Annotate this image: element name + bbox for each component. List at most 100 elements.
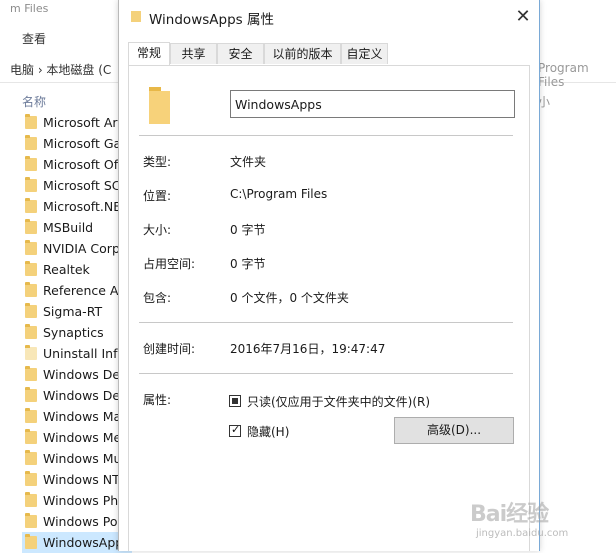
properties-dialog: WindowsApps 属性 ✕ 常规 共享 安全 以前的版本 自定义 类型: … xyxy=(118,0,540,551)
ribbon-tab-view[interactable]: 查看 xyxy=(22,30,46,47)
divider xyxy=(139,373,513,374)
disk-size-label: 占用空间: xyxy=(143,257,196,271)
folder-icon xyxy=(25,282,37,297)
dialog-titlebar[interactable]: WindowsApps 属性 ✕ xyxy=(119,0,539,34)
list-item[interactable]: Microsoft Of xyxy=(22,154,132,175)
hidden-checkbox-label[interactable]: 隐藏(H) xyxy=(247,423,289,440)
folder-icon xyxy=(25,198,37,213)
folder-icon xyxy=(25,387,37,402)
tab-previous-versions[interactable]: 以前的版本 xyxy=(264,43,341,64)
list-item[interactable]: Windows Ma xyxy=(22,406,132,427)
list-item[interactable]: Realtek xyxy=(22,259,132,280)
folder-icon xyxy=(25,492,37,507)
size-label: 大小: xyxy=(143,223,172,237)
folder-icon xyxy=(25,513,37,528)
list-item-selected[interactable]: WindowsApp xyxy=(22,532,132,553)
close-icon[interactable]: ✕ xyxy=(511,6,535,28)
file-list: Microsoft Ar Microsoft Ga Microsoft Of M… xyxy=(22,112,132,553)
folder-large-icon xyxy=(149,87,170,124)
folder-icon xyxy=(25,219,37,234)
dialog-title: WindowsApps 属性 xyxy=(149,12,274,28)
column-header-name[interactable]: 名称 xyxy=(22,93,46,110)
list-item-label: Windows Mu xyxy=(43,451,122,466)
breadcrumb[interactable]: 电脑 › 本地磁盘 (C xyxy=(10,61,111,78)
folder-icon xyxy=(25,471,37,486)
address-bar-current-folder[interactable]: Program Files xyxy=(538,61,616,89)
list-item[interactable]: Microsoft.NE xyxy=(22,196,132,217)
list-item[interactable]: Windows Def xyxy=(22,364,132,385)
list-item-label: Windows Ma xyxy=(43,409,122,424)
list-item[interactable]: Reference As xyxy=(22,280,132,301)
list-item[interactable]: Windows Pho xyxy=(22,490,132,511)
advanced-button[interactable]: 高级(D)... xyxy=(394,417,514,444)
divider xyxy=(139,135,513,136)
list-item[interactable]: Windows Mu xyxy=(22,448,132,469)
hidden-checkbox[interactable]: ✓ xyxy=(229,423,241,437)
folder-name-field[interactable] xyxy=(230,90,515,118)
watermark-url: jingyan.baidu.com xyxy=(476,528,569,539)
list-item-label: Reference As xyxy=(43,283,125,298)
tab-customize[interactable]: 自定义 xyxy=(341,43,388,64)
list-item[interactable]: Windows Me xyxy=(22,427,132,448)
list-item-label: Windows Me xyxy=(43,430,122,445)
location-value: C:\Program Files xyxy=(230,187,328,201)
list-item-label: Synaptics xyxy=(43,325,104,340)
list-item[interactable]: Microsoft Ga xyxy=(22,133,132,154)
explorer-title: m Files xyxy=(10,2,49,15)
list-item-label: Microsoft Ga xyxy=(43,136,122,151)
list-item[interactable]: Microsoft Ar xyxy=(22,112,132,133)
folder-icon xyxy=(25,534,37,549)
list-item-label: Windows Por xyxy=(43,514,123,529)
folder-icon xyxy=(25,303,37,318)
list-item-label: Realtek xyxy=(43,262,90,277)
list-item-label: Windows Def xyxy=(43,367,125,382)
list-item[interactable]: Windows Por xyxy=(22,511,132,532)
folder-icon xyxy=(25,261,37,276)
list-item[interactable]: Windows NT xyxy=(22,469,132,490)
tab-security[interactable]: 安全 xyxy=(217,43,264,64)
disk-size-value: 0 字节 xyxy=(230,257,266,271)
readonly-checkbox[interactable] xyxy=(229,395,241,407)
list-item[interactable]: Synaptics xyxy=(22,322,132,343)
list-item[interactable]: Microsoft SC xyxy=(22,175,132,196)
list-item[interactable]: Windows Def xyxy=(22,385,132,406)
folder-icon xyxy=(25,177,37,192)
list-item[interactable]: Sigma-RT xyxy=(22,301,132,322)
list-item-label: Microsoft Ar xyxy=(43,115,118,130)
type-label: 类型: xyxy=(143,155,172,169)
watermark-brand: Bai经验 xyxy=(470,502,549,527)
list-item[interactable]: MSBuild xyxy=(22,217,132,238)
contains-value: 0 个文件，0 个文件夹 xyxy=(230,291,349,305)
general-tab-panel xyxy=(128,65,530,551)
list-item-label: Microsoft.NE xyxy=(43,199,122,214)
divider xyxy=(139,322,513,323)
folder-icon xyxy=(25,324,37,339)
folder-icon xyxy=(25,408,37,423)
folder-icon xyxy=(25,366,37,381)
tab-sharing[interactable]: 共享 xyxy=(170,43,217,64)
folder-icon xyxy=(25,240,37,255)
location-label: 位置: xyxy=(143,189,172,203)
folder-icon xyxy=(25,429,37,444)
watermark-logo: Bai经验 jingyan.baidu.com xyxy=(470,496,610,548)
list-item-label: Windows Pho xyxy=(43,493,126,508)
readonly-checkbox-label[interactable]: 只读(仅应用于文件夹中的文件)(R) xyxy=(247,393,430,410)
list-item-label: Sigma-RT xyxy=(43,304,103,319)
list-item-label: MSBuild xyxy=(43,220,94,235)
list-item[interactable]: Uninstall Info xyxy=(22,343,132,364)
created-label: 创建时间: xyxy=(143,342,196,356)
attributes-label: 属性: xyxy=(143,393,172,407)
size-value: 0 字节 xyxy=(230,223,266,237)
folder-icon xyxy=(25,135,37,150)
list-item[interactable]: NVIDIA Corp xyxy=(22,238,132,259)
folder-icon xyxy=(25,114,37,129)
list-item-label: Windows Def xyxy=(43,388,125,403)
folder-icon xyxy=(25,450,37,465)
list-item-label: NVIDIA Corp xyxy=(43,241,120,256)
folder-icon xyxy=(25,156,37,171)
list-item-label: Microsoft Of xyxy=(43,157,119,172)
tab-general[interactable]: 常规 xyxy=(128,42,170,65)
folder-icon xyxy=(25,345,37,360)
list-item-label: Uninstall Info xyxy=(43,346,126,361)
list-item-label: Microsoft SC xyxy=(43,178,121,193)
